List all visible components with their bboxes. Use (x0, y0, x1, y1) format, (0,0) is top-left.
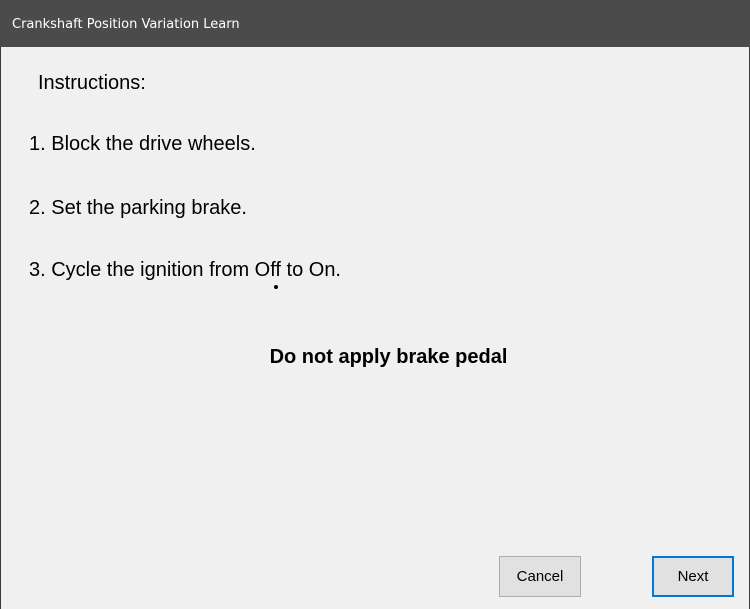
dialog-content: Instructions: 1. Block the drive wheels.… (0, 47, 750, 609)
instructions-heading: Instructions: (38, 72, 146, 94)
next-button[interactable]: Next (652, 556, 734, 597)
warning-message: Do not apply brake pedal (269, 346, 508, 368)
cancel-button[interactable]: Cancel (499, 556, 581, 597)
instruction-step-2: 2. Set the parking brake. (29, 197, 247, 219)
window-title: Crankshaft Position Variation Learn (12, 17, 240, 32)
stray-dot (274, 285, 278, 289)
instruction-step-1: 1. Block the drive wheels. (29, 133, 256, 155)
dialog-window: Crankshaft Position Variation Learn Inst… (0, 0, 750, 609)
instruction-step-3: 3. Cycle the ignition from Off to On. (29, 259, 341, 281)
title-bar[interactable]: Crankshaft Position Variation Learn (0, 0, 750, 47)
